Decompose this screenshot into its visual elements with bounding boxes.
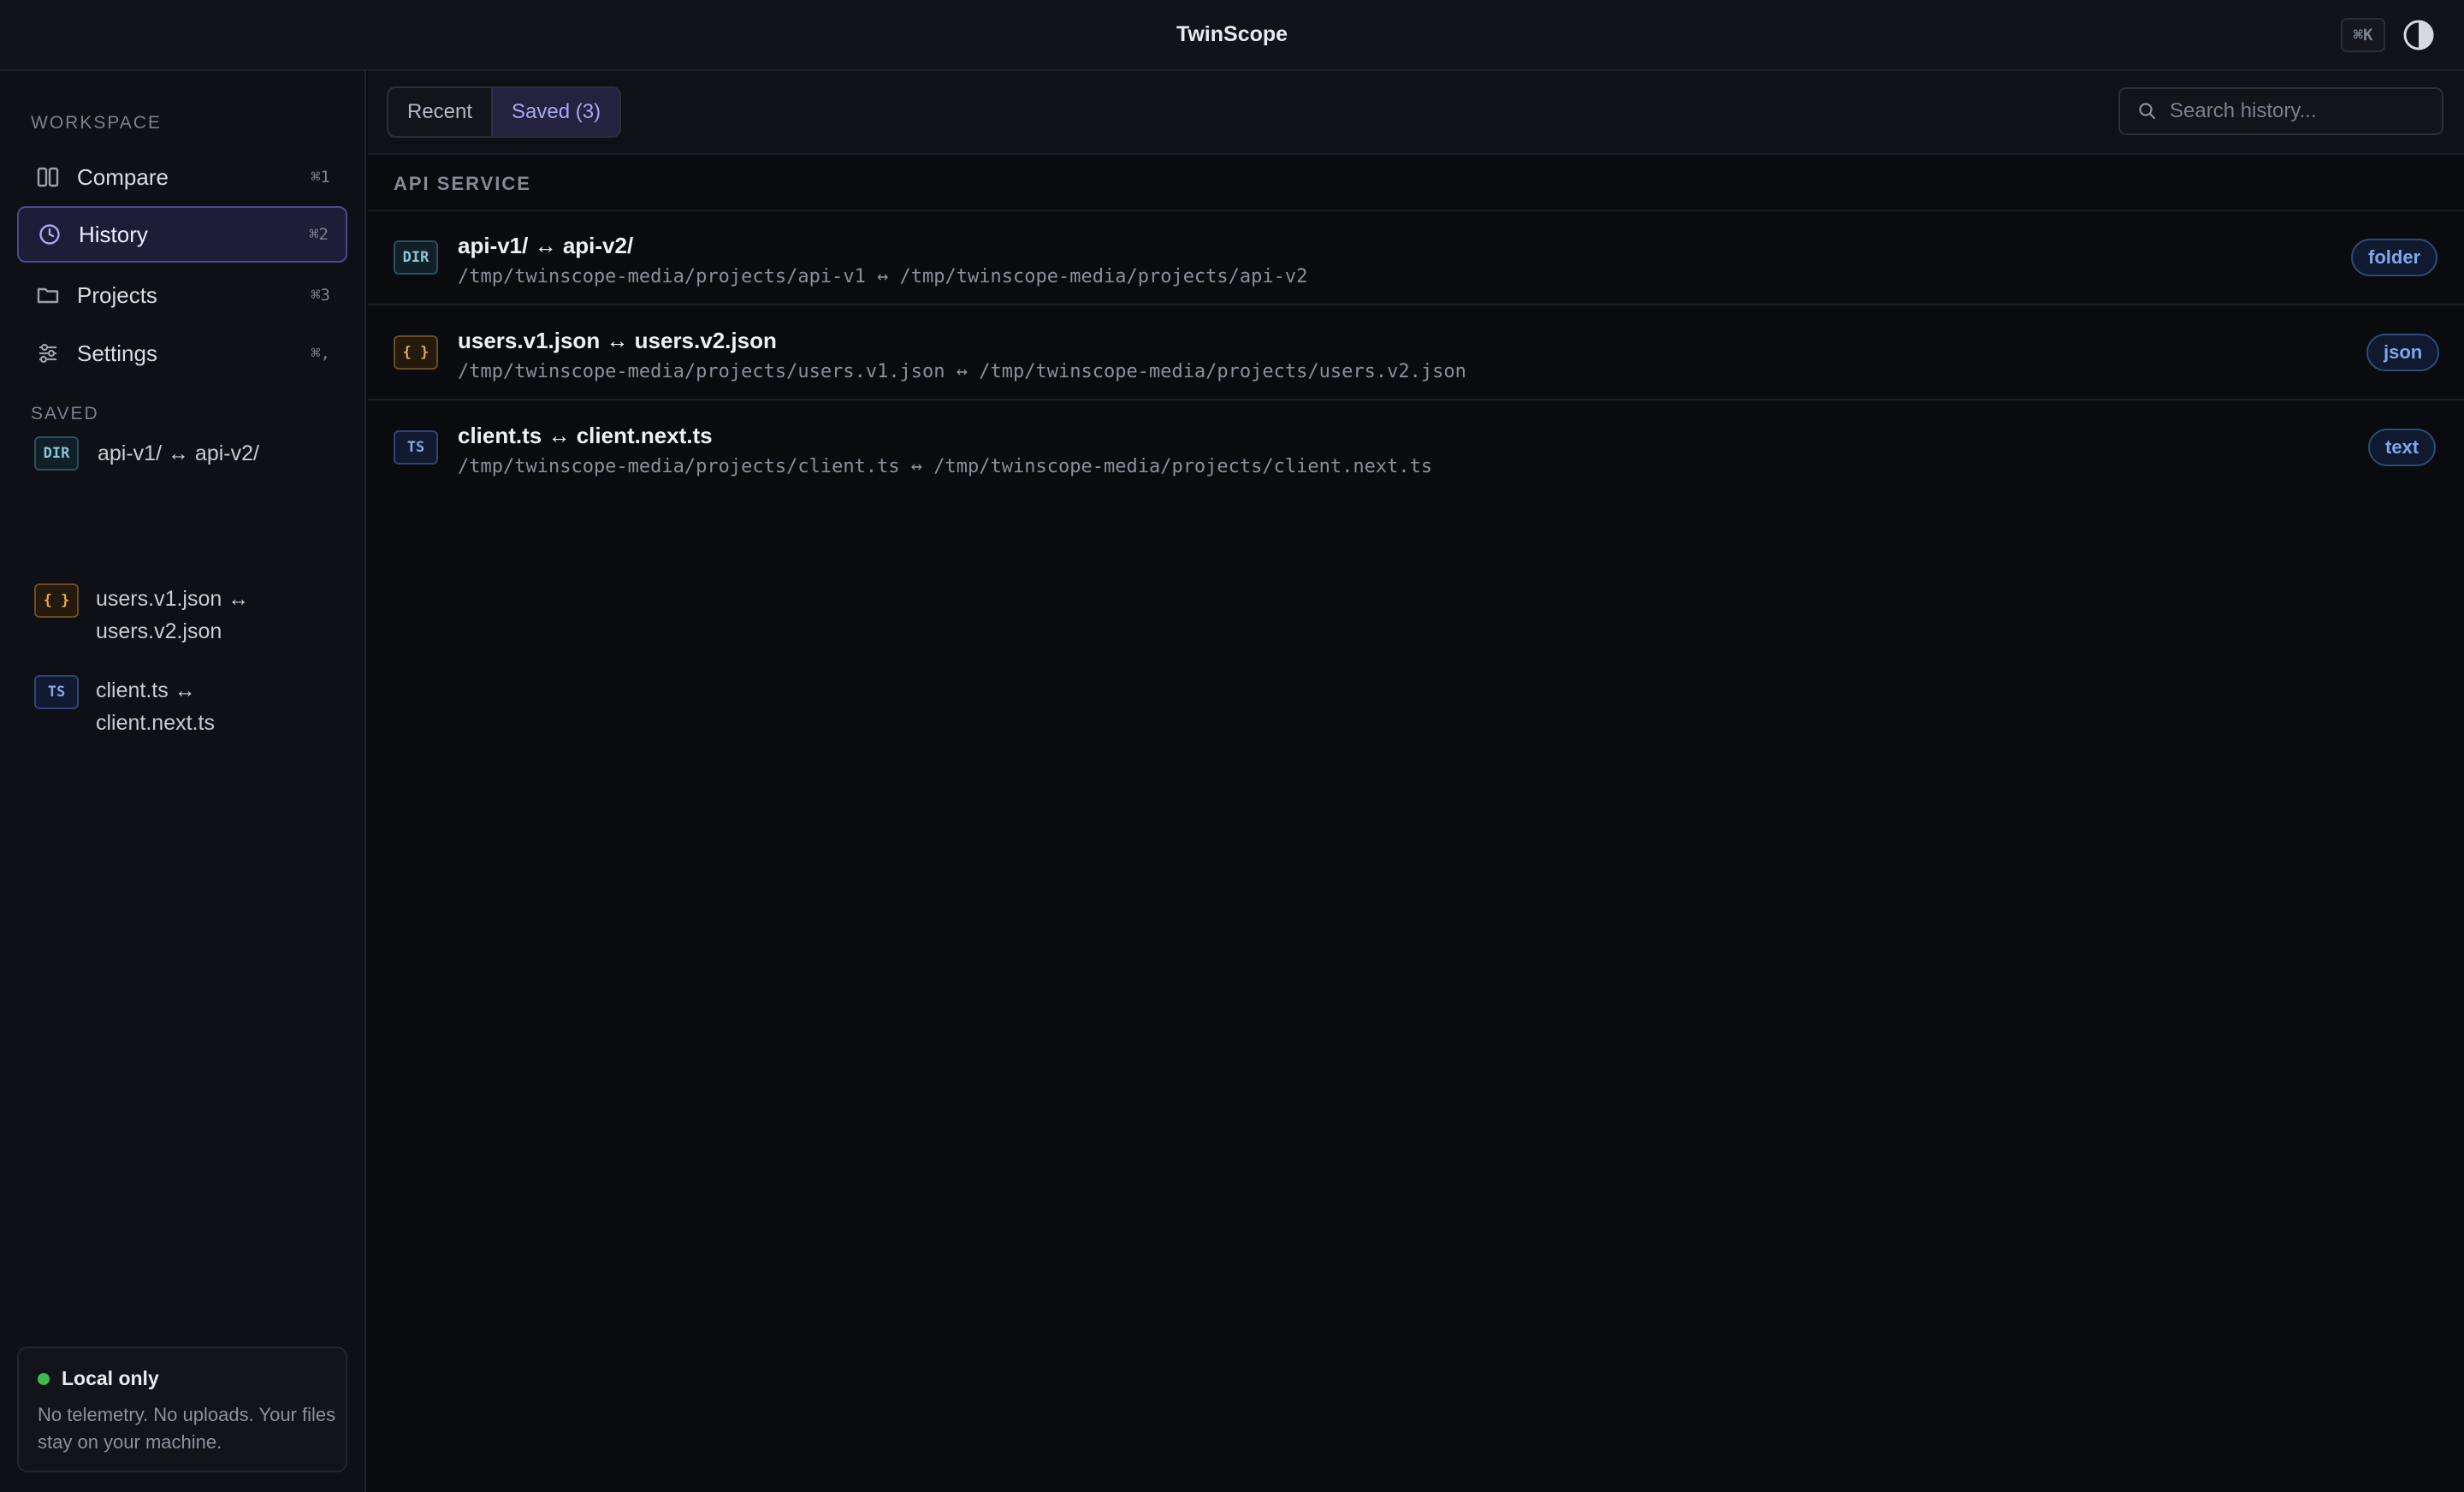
group-title: API SERVICE <box>394 173 531 194</box>
directory-badge-icon: DIR <box>394 240 438 275</box>
row-title: api-v1/ ↔ api-v2/ <box>458 233 634 258</box>
sidebar-item-label: Compare <box>77 163 169 190</box>
json-badge-icon: { } <box>34 583 79 618</box>
sidebar-item-compare[interactable]: Compare ⌘1 <box>17 149 347 205</box>
directory-badge-icon: DIR <box>34 436 79 471</box>
row-path: /tmp/twinscope-media/projects/api-v1 ↔ /… <box>458 266 1308 287</box>
sidebar-item-shortcut: ⌘2 <box>309 225 329 244</box>
sidebar-item-projects[interactable]: Projects ⌘3 <box>17 267 347 323</box>
history-row[interactable]: TS client.ts ↔ client.next.ts /tmp/twins… <box>368 401 2464 495</box>
workspace-section-label: WORKSPACE <box>31 113 162 133</box>
columns-icon <box>36 165 60 189</box>
tab-saved[interactable]: Saved (3) <box>491 88 620 136</box>
local-only-card: Local only No telemetry. No uploads. You… <box>17 1347 347 1472</box>
kind-badge: text <box>2368 429 2437 466</box>
history-row[interactable]: DIR api-v1/ ↔ api-v2/ /tmp/twinscope-med… <box>368 211 2464 305</box>
tab-recent[interactable]: Recent <box>388 88 491 136</box>
search-box[interactable] <box>2118 87 2443 135</box>
typescript-badge-icon: TS <box>34 675 79 709</box>
sidebar-item-label: Projects <box>77 281 157 308</box>
main-panel: Recent Saved (3) API SERVICE DIR api-v1/… <box>368 71 2464 1492</box>
theme-toggle-icon[interactable] <box>2402 19 2435 51</box>
saved-item-label: api-v1/ ↔ api-v2/ <box>98 441 259 465</box>
saved-item-label[interactable]: client.ts ↔ client.next.ts <box>96 674 284 739</box>
saved-item[interactable]: DIR api-v1/ ↔ api-v2/ <box>34 436 351 471</box>
history-tabs: Recent Saved (3) <box>387 86 622 138</box>
kind-badge: json <box>2366 334 2440 371</box>
row-title: client.ts ↔ client.next.ts <box>458 423 713 448</box>
app-title: TwinScope <box>1176 22 1288 46</box>
sidebar-item-settings[interactable]: Settings ⌘, <box>17 325 347 382</box>
group-header: API SERVICE <box>368 155 2464 211</box>
row-path: /tmp/twinscope-media/projects/users.v1.j… <box>458 361 1466 382</box>
row-path: /tmp/twinscope-media/projects/client.ts … <box>458 456 1433 477</box>
local-only-description: No telemetry. No uploads. Your files sta… <box>38 1404 336 1453</box>
typescript-badge-icon: TS <box>394 430 438 465</box>
sidebar: WORKSPACE Compare ⌘1 History ⌘2 Projects… <box>0 71 366 1492</box>
search-input[interactable] <box>2170 99 2426 123</box>
local-only-title: Local only <box>62 1367 159 1389</box>
sidebar-item-label: History <box>79 221 148 247</box>
row-title: users.v1.json ↔ users.v2.json <box>458 328 777 353</box>
sidebar-item-shortcut: ⌘, <box>311 344 330 363</box>
sliders-icon <box>36 341 60 365</box>
sidebar-item-shortcut: ⌘3 <box>311 286 330 305</box>
sidebar-item-label: Settings <box>77 340 157 366</box>
folder-icon <box>36 283 60 307</box>
command-palette-shortcut[interactable]: ⌘K <box>2341 18 2385 52</box>
history-toolbar: Recent Saved (3) <box>368 71 2464 155</box>
search-icon <box>2137 101 2158 121</box>
clock-icon <box>38 222 62 246</box>
saved-section-label: SAVED <box>31 404 99 423</box>
status-dot-icon <box>38 1373 50 1385</box>
sidebar-item-shortcut: ⌘1 <box>311 168 330 186</box>
sidebar-item-history[interactable]: History ⌘2 <box>17 206 347 263</box>
history-row[interactable]: { } users.v1.json ↔ users.v2.json /tmp/t… <box>368 306 2464 400</box>
saved-item-label[interactable]: users.v1.json ↔ users.v2.json <box>96 583 335 648</box>
json-badge-icon: { } <box>394 335 438 370</box>
top-bar: TwinScope ⌘K <box>0 0 2464 71</box>
kind-badge: folder <box>2351 239 2438 276</box>
